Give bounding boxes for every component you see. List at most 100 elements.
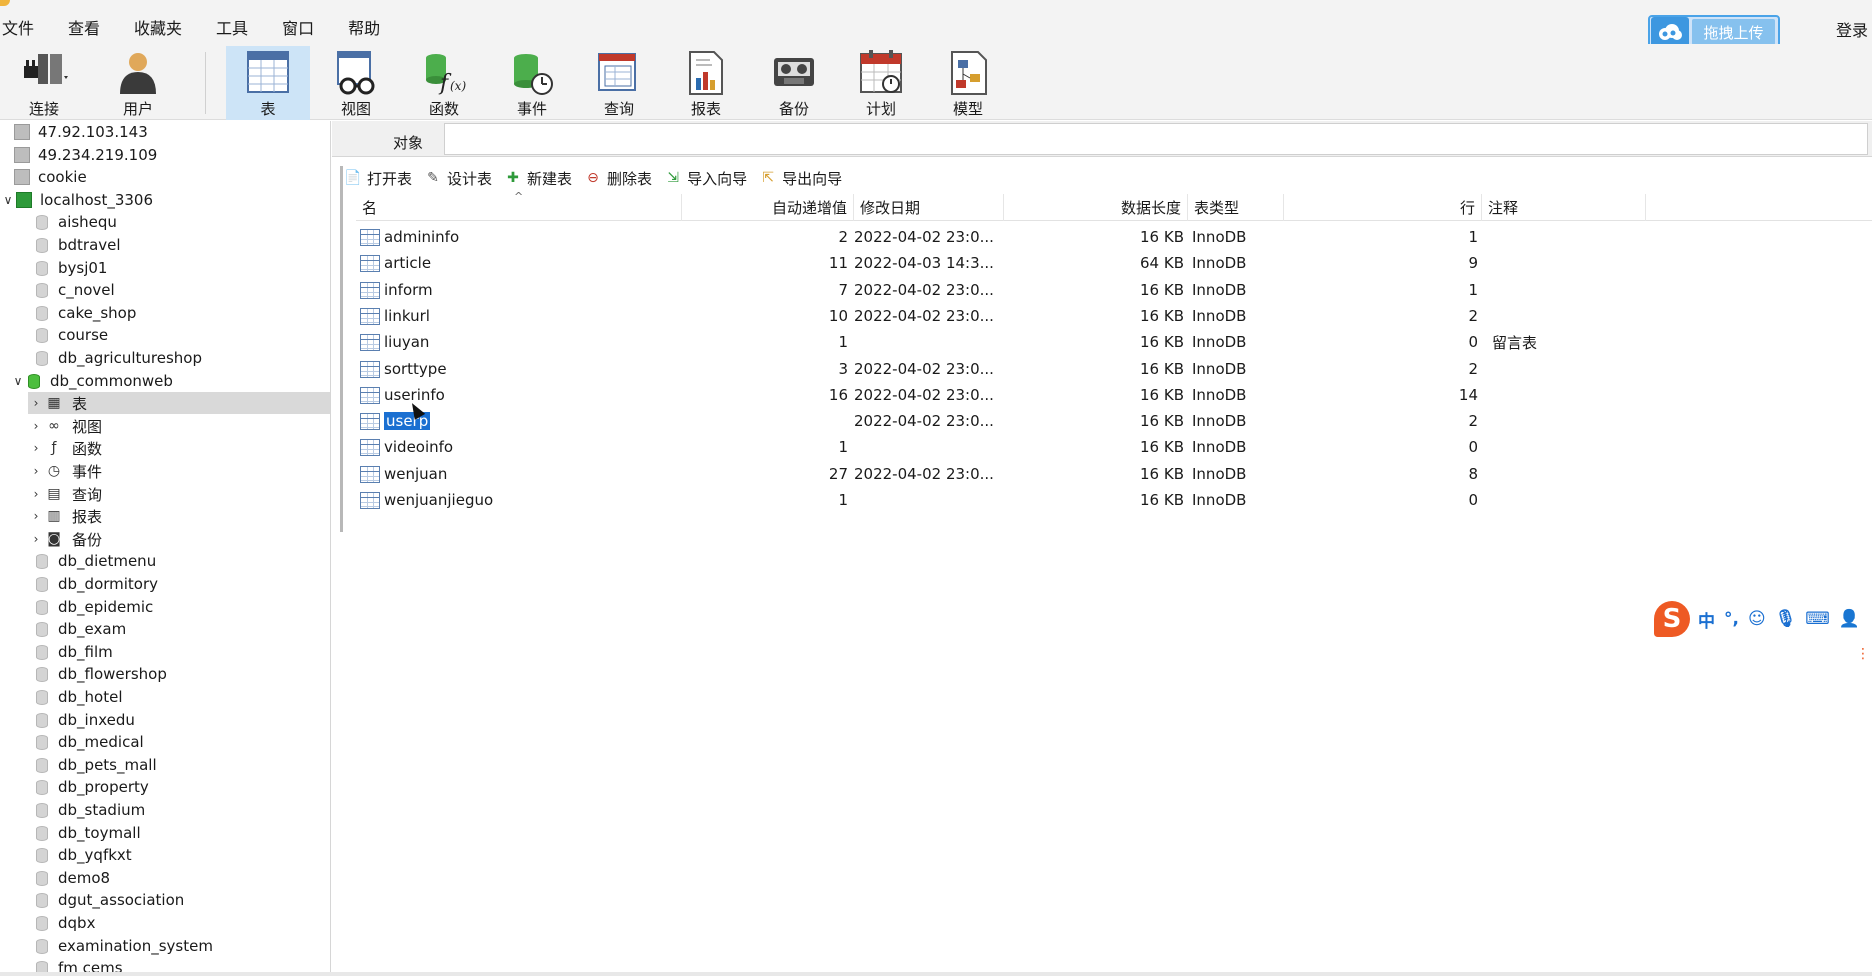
tree-database[interactable]: db_toymall [34, 822, 330, 844]
tree-node-label: db_stadium [58, 801, 146, 819]
menu-item-3[interactable]: 工具 [216, 15, 262, 39]
menu-item-0[interactable]: 文件 [2, 15, 48, 39]
ime-punctuation-toggle[interactable]: °, [1724, 609, 1739, 629]
table-row[interactable]: wenjuanjieguo 1 16 KB InnoDB 0 [356, 487, 1516, 513]
object-filter-bar[interactable] [444, 123, 1868, 155]
ime-user-icon[interactable]: 👤 [1839, 609, 1860, 629]
expand-arrow-icon[interactable]: › [28, 487, 44, 501]
tree-folder-report[interactable]: › ▥ 报表 [28, 505, 330, 527]
tree-connection[interactable]: ∨ localhost_3306 [0, 189, 330, 211]
design-table-button[interactable]: ✎ 设计表 [424, 168, 492, 189]
database-icon [36, 237, 48, 253]
new-table-button[interactable]: ✚ 新建表 [504, 168, 572, 189]
emoji-icon[interactable]: ☺ [1748, 609, 1766, 629]
column-header-data-length[interactable]: 数据长度 [1004, 194, 1188, 221]
menu-item-2[interactable]: 收藏夹 [134, 15, 196, 39]
expand-arrow-icon[interactable]: › [28, 532, 44, 546]
collapse-arrow-icon[interactable]: ∨ [10, 374, 26, 388]
table-row[interactable]: wenjuan 27 2022-04-02 23:0... 16 KB InnoDB 8 [356, 461, 1516, 487]
tree-database[interactable]: db_inxedu [34, 709, 330, 731]
tree-connection[interactable]: 49.234.219.109 [14, 144, 330, 166]
delete-table-button[interactable]: ⊖ 删除表 [584, 168, 652, 189]
tree-database[interactable]: dqbx [34, 912, 330, 934]
report-button[interactable]: 报表 [664, 46, 748, 120]
tree-folder-query[interactable]: › ▤ 查询 [28, 483, 330, 505]
tree-database[interactable]: db_agricultureshop [34, 347, 330, 369]
table-row[interactable]: sorttype 3 2022-04-02 23:0... 16 KB InnoDB 2 [356, 356, 1516, 382]
menu-item-5[interactable]: 帮助 [348, 15, 394, 39]
view-button[interactable]: 视图 [314, 46, 398, 120]
event-button[interactable]: 事件 [490, 46, 574, 120]
tree-database[interactable]: examination_system [34, 935, 330, 957]
table-row[interactable]: admininfo 2 2022-04-02 23:0... 16 KB InnoDB 1 [356, 224, 1516, 250]
tree-database[interactable]: dgut_association [34, 889, 330, 911]
column-header-rows[interactable]: 行 [1284, 194, 1482, 221]
tree-database-open[interactable]: ∨ db_commonweb [10, 370, 330, 392]
menu-item-4[interactable]: 窗口 [282, 15, 328, 39]
tree-connection[interactable]: 47.92.103.143 [14, 121, 330, 143]
tree-database[interactable]: db_pets_mall [34, 754, 330, 776]
collapse-arrow-icon[interactable]: ∨ [0, 193, 16, 207]
expand-arrow-icon[interactable]: › [28, 396, 44, 410]
ime-language-toggle[interactable]: 中 [1698, 607, 1715, 632]
tree-database[interactable]: db_flowershop [34, 663, 330, 685]
table-row[interactable]: article 11 2022-04-03 14:3... 64 KB InnoDB 9 [356, 250, 1516, 276]
login-link[interactable]: 登录 [1836, 17, 1868, 41]
expand-arrow-icon[interactable]: › [28, 419, 44, 433]
tree-folder-event[interactable]: › ◷ 事件 [28, 460, 330, 482]
cell-name: sorttype [360, 356, 680, 382]
table-row[interactable]: userp 2022-04-02 23:0... 16 KB InnoDB 2 [356, 408, 1516, 434]
tree-database[interactable]: db_yqfkxt [34, 844, 330, 866]
schedule-button[interactable]: 计划 [839, 46, 923, 120]
tree-database[interactable]: db_exam [34, 618, 330, 640]
microphone-icon[interactable]: 🎙 [1775, 609, 1797, 629]
open-table-button[interactable]: 📄 打开表 [344, 168, 412, 189]
tree-folder-view[interactable]: › ∞ 视图 [28, 415, 330, 437]
model-button[interactable]: 模型 [926, 46, 1010, 120]
tree-database[interactable]: db_epidemic [34, 596, 330, 618]
column-header-engine[interactable]: 表类型 [1188, 194, 1284, 221]
tab-objects[interactable]: 对象 [372, 127, 444, 157]
tree-database[interactable]: db_film [34, 641, 330, 663]
table-row[interactable]: linkurl 10 2022-04-02 23:0... 16 KB InnoDB 2 [356, 303, 1516, 329]
tree-database[interactable]: db_stadium [34, 799, 330, 821]
tree-connection[interactable]: cookie [14, 166, 330, 188]
expand-arrow-icon[interactable]: › [28, 509, 44, 523]
expand-arrow-icon[interactable]: › [28, 464, 44, 478]
table-row[interactable]: inform 7 2022-04-02 23:0... 16 KB InnoDB 1 [356, 277, 1516, 303]
tree-folder-function[interactable]: › ƒ 函数 [28, 437, 330, 459]
export-wizard-button[interactable]: ⇱ 导出向导 [759, 168, 842, 189]
tree-database[interactable]: bysj01 [34, 257, 330, 279]
table-row[interactable]: liuyan 1 16 KB InnoDB 0 留言表 [356, 329, 1537, 355]
tree-database[interactable]: aishequ [34, 211, 330, 233]
tree-folder-table[interactable]: › ▦ 表 [28, 392, 330, 414]
tree-database[interactable]: c_novel [34, 279, 330, 301]
tree-database[interactable]: cake_shop [34, 302, 330, 324]
expand-arrow-icon[interactable]: › [28, 441, 44, 455]
import-wizard-button[interactable]: ⇲ 导入向导 [664, 168, 747, 189]
column-header-auto-increment[interactable]: 自动递增值 [682, 194, 854, 221]
column-header-comment[interactable]: 注释 [1482, 194, 1646, 221]
tree-database[interactable]: db_medical [34, 731, 330, 753]
table-row[interactable]: userinfo 16 2022-04-02 23:0... 16 KB InnoDB 1… [356, 382, 1516, 408]
menu-item-1[interactable]: 查看 [68, 15, 114, 39]
keyboard-icon[interactable]: ⌨ [1805, 609, 1830, 629]
tree-database[interactable]: demo8 [34, 867, 330, 889]
table-button[interactable]: 表 [226, 46, 310, 120]
connect-button[interactable]: 连接 [2, 46, 86, 120]
sogou-logo-icon[interactable]: S [1654, 601, 1690, 637]
column-header-modified[interactable]: 修改日期 [854, 194, 1004, 221]
tree-database[interactable]: db_dietmenu [34, 550, 330, 572]
tree-database[interactable]: bdtravel [34, 234, 330, 256]
backup-button[interactable]: 备份 [752, 46, 836, 120]
tree-database[interactable]: db_hotel [34, 686, 330, 708]
tree-database[interactable]: course [34, 324, 330, 346]
function-button[interactable]: f (x) 函数 [402, 46, 486, 120]
user-button[interactable]: 用户 [96, 46, 180, 120]
table-row[interactable]: videoinfo 1 16 KB InnoDB 0 [356, 434, 1516, 460]
tree-folder-backup[interactable]: › ◙ 备份 [28, 528, 330, 550]
tree-database[interactable]: db_dormitory [34, 573, 330, 595]
tree-database[interactable]: db_property [34, 776, 330, 798]
query-button[interactable]: 查询 [577, 46, 661, 120]
splitter-handle[interactable] [340, 166, 343, 532]
